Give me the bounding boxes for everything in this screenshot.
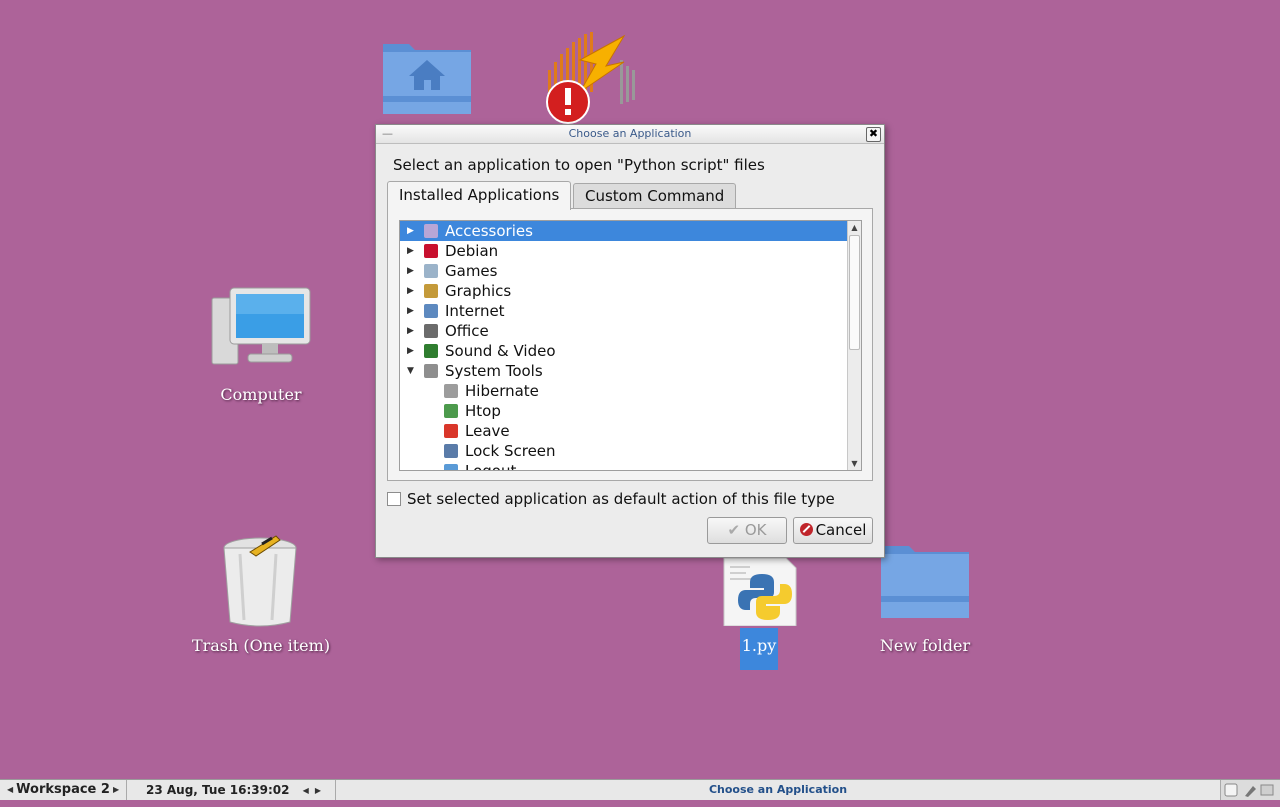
trash-icon[interactable] [220, 534, 300, 630]
tree-item-label: Debian [445, 242, 499, 260]
default-action-checkbox[interactable] [387, 492, 401, 506]
internet-icon [424, 304, 438, 318]
sound-video-icon [424, 344, 438, 358]
ok-button[interactable]: ✔ OK [707, 517, 787, 544]
taskbar-task-choose-application[interactable]: Choose an Application [338, 781, 1218, 799]
dialog-title: Choose an Application [568, 127, 692, 140]
tree-item-label: Accessories [445, 222, 533, 240]
tree-item-label: Leave [465, 422, 510, 440]
hibernate-icon [444, 384, 458, 398]
clock-next-icon[interactable]: ▶ [312, 786, 324, 795]
cancel-button[interactable]: Cancel [793, 517, 873, 544]
tree-item-accessories[interactable]: ▶ Accessories [400, 221, 848, 241]
expand-arrow-icon[interactable]: ▶ [407, 281, 414, 301]
error-app-icon[interactable] [540, 30, 646, 124]
cancel-label: Cancel [815, 521, 867, 539]
tree-item-label: Htop [465, 402, 501, 420]
tree-item-label: Logout [465, 462, 517, 471]
clock[interactable]: 23 Aug, Tue 16:39:02 ◀ ▶ [140, 780, 336, 800]
scroll-down-arrow-icon[interactable]: ▼ [848, 457, 861, 470]
logout-icon [444, 464, 458, 470]
tree-item-internet[interactable]: ▶ Internet [400, 301, 848, 321]
minimize-button[interactable]: — [382, 125, 393, 143]
tree-item-label: Lock Screen [465, 442, 556, 460]
tray-app-icon [1224, 783, 1238, 797]
tree-item-games[interactable]: ▶ Games [400, 261, 848, 281]
scroll-up-arrow-icon[interactable]: ▲ [848, 221, 861, 234]
trash-label: Trash (One item) [191, 636, 331, 655]
computer-icon[interactable] [210, 286, 312, 370]
tree-item-label: Graphics [445, 282, 512, 300]
system-tools-icon [424, 364, 438, 378]
expand-arrow-icon[interactable]: ▶ [407, 241, 414, 261]
tab-custom-command[interactable]: Custom Command [573, 183, 737, 208]
check-icon: ✔ [727, 521, 741, 539]
games-icon [424, 264, 438, 278]
choose-application-dialog: — Choose an Application ✖ Select an appl… [375, 124, 885, 558]
taskbar: ◀ Workspace 2 ▶ 23 Aug, Tue 16:39:02 ◀ ▶ Ch… [0, 779, 1280, 800]
expand-arrow-icon[interactable]: ▶ [407, 301, 414, 321]
workspace-label: Workspace 2 [16, 782, 110, 797]
leave-icon [444, 424, 458, 438]
next-workspace-icon[interactable]: ▶ [110, 785, 122, 794]
tree-item-label: Internet [445, 302, 505, 320]
expand-arrow-icon[interactable]: ▶ [407, 321, 414, 341]
new-folder-label: New folder [879, 636, 971, 655]
application-tree[interactable]: ▶ Accessories ▶ Debian ▶ Games ▶ Graphics ▶ Inter… [399, 220, 862, 471]
collapse-arrow-icon[interactable]: ▼ [407, 361, 414, 381]
dialog-titlebar[interactable]: — Choose an Application ✖ [376, 125, 884, 144]
tree-item-label: Sound & Video [445, 342, 556, 360]
tree-scrollbar[interactable]: ▲ ▼ [847, 221, 861, 470]
tree-item-htop[interactable]: Htop [400, 401, 848, 421]
tree-item-leave[interactable]: Leave [400, 421, 848, 441]
htop-icon [444, 404, 458, 418]
dialog-prompt: Select an application to open "Python sc… [393, 156, 765, 174]
tree-item-label: Office [445, 322, 489, 340]
accessories-icon [424, 224, 438, 238]
default-action-label: Set selected application as default acti… [407, 490, 835, 508]
tray-tool-icon [1245, 786, 1256, 797]
tree-item-office[interactable]: ▶ Office [400, 321, 848, 341]
new-folder-icon[interactable] [878, 540, 972, 622]
office-icon [424, 324, 438, 338]
clock-prev-icon[interactable]: ◀ [300, 786, 312, 795]
tree-item-label: Hibernate [465, 382, 539, 400]
close-icon[interactable]: ✖ [866, 127, 881, 142]
tab-installed-applications[interactable]: Installed Applications [387, 181, 572, 210]
cancel-icon [799, 523, 813, 536]
computer-label: Computer [220, 385, 302, 404]
tree-item-label: Games [445, 262, 498, 280]
tree-item-debian[interactable]: ▶ Debian [400, 241, 848, 261]
python-file-icon[interactable] [722, 557, 798, 627]
expand-arrow-icon[interactable]: ▶ [407, 261, 414, 281]
tree-item-system-tools[interactable]: ▼ System Tools [400, 361, 848, 381]
tray-monitor-icon [1260, 784, 1274, 796]
debian-icon [424, 244, 438, 258]
graphics-icon [424, 284, 438, 298]
workspace-switcher[interactable]: ◀ Workspace 2 ▶ [0, 780, 128, 800]
python-file-label[interactable]: 1.py [740, 628, 778, 670]
scroll-thumb[interactable] [849, 235, 860, 350]
clock-label: 23 Aug, Tue 16:39:02 [146, 783, 290, 797]
default-action-row[interactable]: Set selected application as default acti… [387, 490, 835, 508]
tree-item-label: System Tools [445, 362, 543, 380]
lock-screen-icon [444, 444, 458, 458]
tree-item-graphics[interactable]: ▶ Graphics [400, 281, 848, 301]
expand-arrow-icon[interactable]: ▶ [407, 341, 414, 361]
prev-workspace-icon[interactable]: ◀ [4, 785, 16, 794]
tree-item-logout[interactable]: Logout [400, 461, 848, 471]
tree-item-hibernate[interactable]: Hibernate [400, 381, 848, 401]
ok-label: OK [744, 521, 767, 539]
tree-item-sound-video[interactable]: ▶ Sound & Video [400, 341, 848, 361]
tree-item-lock-screen[interactable]: Lock Screen [400, 441, 848, 461]
expand-arrow-icon[interactable]: ▶ [407, 221, 414, 241]
tab-panel: ▶ Accessories ▶ Debian ▶ Games ▶ Graphics ▶ Inter… [387, 208, 873, 481]
system-tray [1220, 780, 1280, 800]
home-folder-icon[interactable] [380, 38, 474, 118]
